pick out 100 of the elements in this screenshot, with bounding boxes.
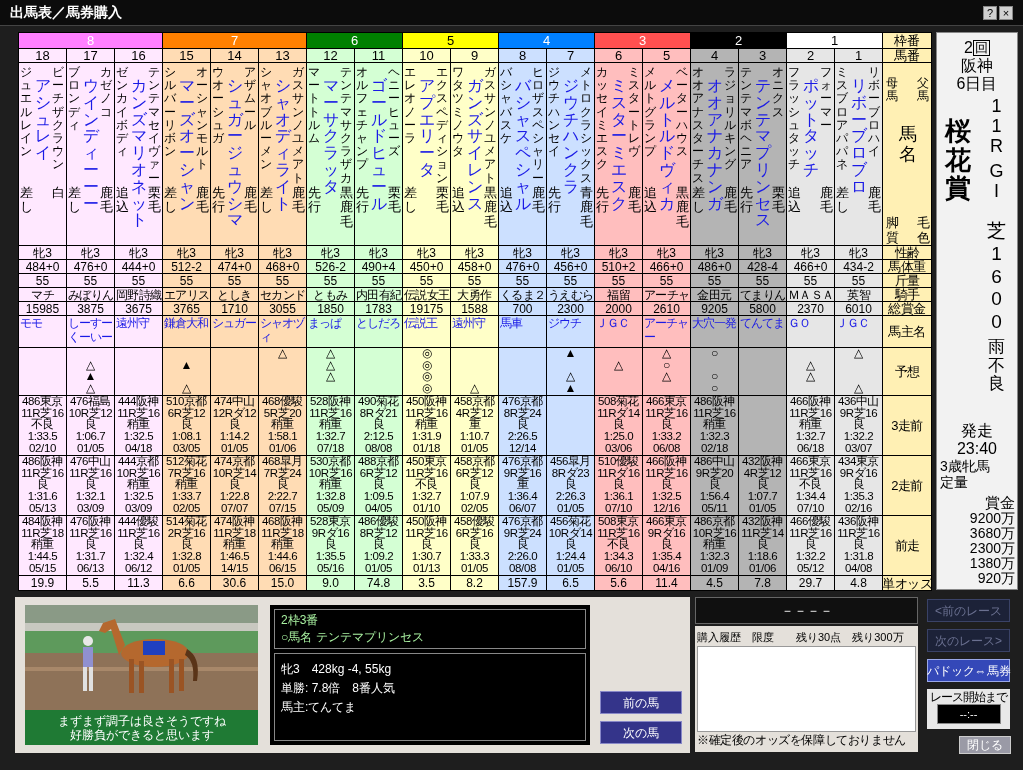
horse-weight: 456+0 (547, 260, 595, 274)
race-date: 04/18 (125, 442, 152, 455)
race-number: 11R芝16 (789, 527, 832, 539)
row-label: 馬主名 (883, 316, 932, 348)
race-number: 9R芝20 (695, 467, 734, 479)
race-date: 06/07 (509, 502, 536, 515)
race-number: 7R芝24 (263, 467, 302, 479)
row-label: 斤量 (883, 274, 932, 288)
horse-name: ウインディーーー (82, 78, 99, 213)
track-condition: 良 (852, 539, 865, 552)
race-number: 10R芝14 (212, 467, 257, 479)
prediction-mark: △ (277, 348, 288, 360)
dam-name: マートトルム (308, 66, 320, 147)
horse-weight: 476+0 (67, 260, 115, 274)
race-date: 07/07 (221, 502, 248, 515)
race-venue: 434東京 (837, 456, 880, 468)
weight-carried: 55 (115, 274, 163, 288)
prediction-mark: △ (85, 383, 96, 395)
running-style: 追込 (644, 186, 657, 215)
race-day: 6日目 (956, 75, 998, 93)
meeting-number: 2 (964, 39, 973, 57)
jockey-name: てまりん (739, 288, 787, 302)
sire-name: ベーターハウス (676, 66, 688, 161)
help-button[interactable]: ? (983, 5, 997, 20)
race-time: 1:32.2 (795, 551, 826, 563)
race-number: 11R芝16 (309, 407, 352, 419)
track-condition: 不良 (798, 479, 823, 492)
race-date: 04/16 (653, 562, 680, 575)
weight-carried: 55 (451, 274, 499, 288)
dam-name: ジュエルレイン (20, 66, 32, 161)
race-number: 6R芝12 (359, 467, 398, 479)
race-number: 11R芝16 (405, 467, 448, 479)
running-style: 追込 (452, 186, 465, 215)
race-nav-button[interactable]: パドック⇔馬券 (927, 659, 1010, 682)
coat-color: 黒鹿毛 (340, 186, 353, 229)
coat-color: 鹿毛 (196, 186, 209, 215)
weight-carried: 55 (163, 274, 211, 288)
coat-color: 鹿毛 (532, 186, 545, 215)
horse-info-line: 2枠3番 (281, 612, 320, 629)
next-horse-button[interactable]: 次の馬 (600, 721, 682, 744)
race-number: 11R芝16 (21, 407, 64, 419)
win-odds: 30.6 (211, 576, 259, 591)
running-style: 差し (260, 186, 273, 215)
countdown-label: レース開始まで (930, 691, 1007, 704)
row-label: 父馬 (917, 77, 929, 106)
owner-name: ＧＯ (787, 316, 835, 348)
race-date: 06/13 (77, 562, 104, 575)
race-time: 1:10.7 (459, 431, 490, 443)
horse-weight: 512-2 (163, 260, 211, 274)
horse-name: ガンズサイレンス (466, 78, 483, 213)
race-venue: 468阪神 (261, 516, 304, 528)
race-number: 9Rダ16 (647, 527, 686, 539)
track-condition: 良 (660, 539, 673, 552)
track-condition: 稍重 (126, 419, 151, 432)
track-condition: 重 (516, 479, 529, 492)
dam-name: ゼンカイボディ (116, 66, 128, 161)
total-earnings: 3055 (259, 302, 307, 316)
prediction-mark: △ (469, 383, 480, 395)
previous-horse-button[interactable]: 前の馬 (600, 691, 682, 714)
horse-name: シャオディライト (274, 78, 291, 213)
prediction-mark: △ (613, 359, 624, 372)
dam-name: バシャバスケ (500, 66, 512, 147)
horse-number: 17 (67, 49, 115, 63)
prediction-mark: ○ (661, 359, 672, 372)
start-time: 23:40 (956, 440, 997, 459)
prediction-mark: ○ (709, 383, 720, 395)
dam-name: オオアナスターチス (692, 66, 704, 186)
horse-info-line: 馬主:てんてま (281, 699, 358, 716)
sire-name: ヒロザスペシャリー (532, 66, 544, 186)
frame-header: 4 (499, 33, 595, 49)
race-number: 11Rダ14 (597, 407, 640, 419)
horse-name: バシャスペシャル (514, 78, 531, 213)
sex-age: 牝3 (835, 246, 883, 260)
horse-number: 1 (835, 49, 883, 63)
race-date: 01/13 (413, 562, 440, 575)
race-number: 9Rダ16 (839, 467, 878, 479)
total-earnings: 700 (499, 302, 547, 316)
race-time: 2:22.7 (267, 491, 298, 503)
win-odds: 9.0 (307, 576, 355, 591)
race-time: 1:32.7 (315, 431, 346, 443)
coat-color: 鹿毛 (868, 186, 881, 215)
start-label: 発走 (961, 422, 993, 441)
horse-info-line: ○馬名 テンテマプリンセス (281, 629, 425, 646)
horse-number: 12 (307, 49, 355, 63)
race-number: 10Rダ14 (548, 527, 593, 539)
race-date: 03/07 (845, 442, 872, 455)
row-label: 予想 (883, 348, 932, 396)
sire-name: ガスサンノユメアト (292, 66, 304, 186)
sire-name: アザムール (244, 66, 256, 134)
race-time: 1:32.4 (123, 551, 154, 563)
total-earnings: 5800 (739, 302, 787, 316)
prediction-mark: △ (805, 371, 816, 384)
close-button[interactable]: × (999, 5, 1013, 20)
track-condition: 良 (324, 539, 337, 552)
owner-name: 鎌倉大和 (163, 316, 211, 348)
race-time: 1:35.4 (651, 551, 682, 563)
race-time: 2:26.0 (507, 551, 538, 563)
race-venue: 486阪神 (21, 456, 64, 468)
race-venue: 476福島 (69, 396, 112, 408)
race-number: 11R芝16 (405, 407, 448, 419)
